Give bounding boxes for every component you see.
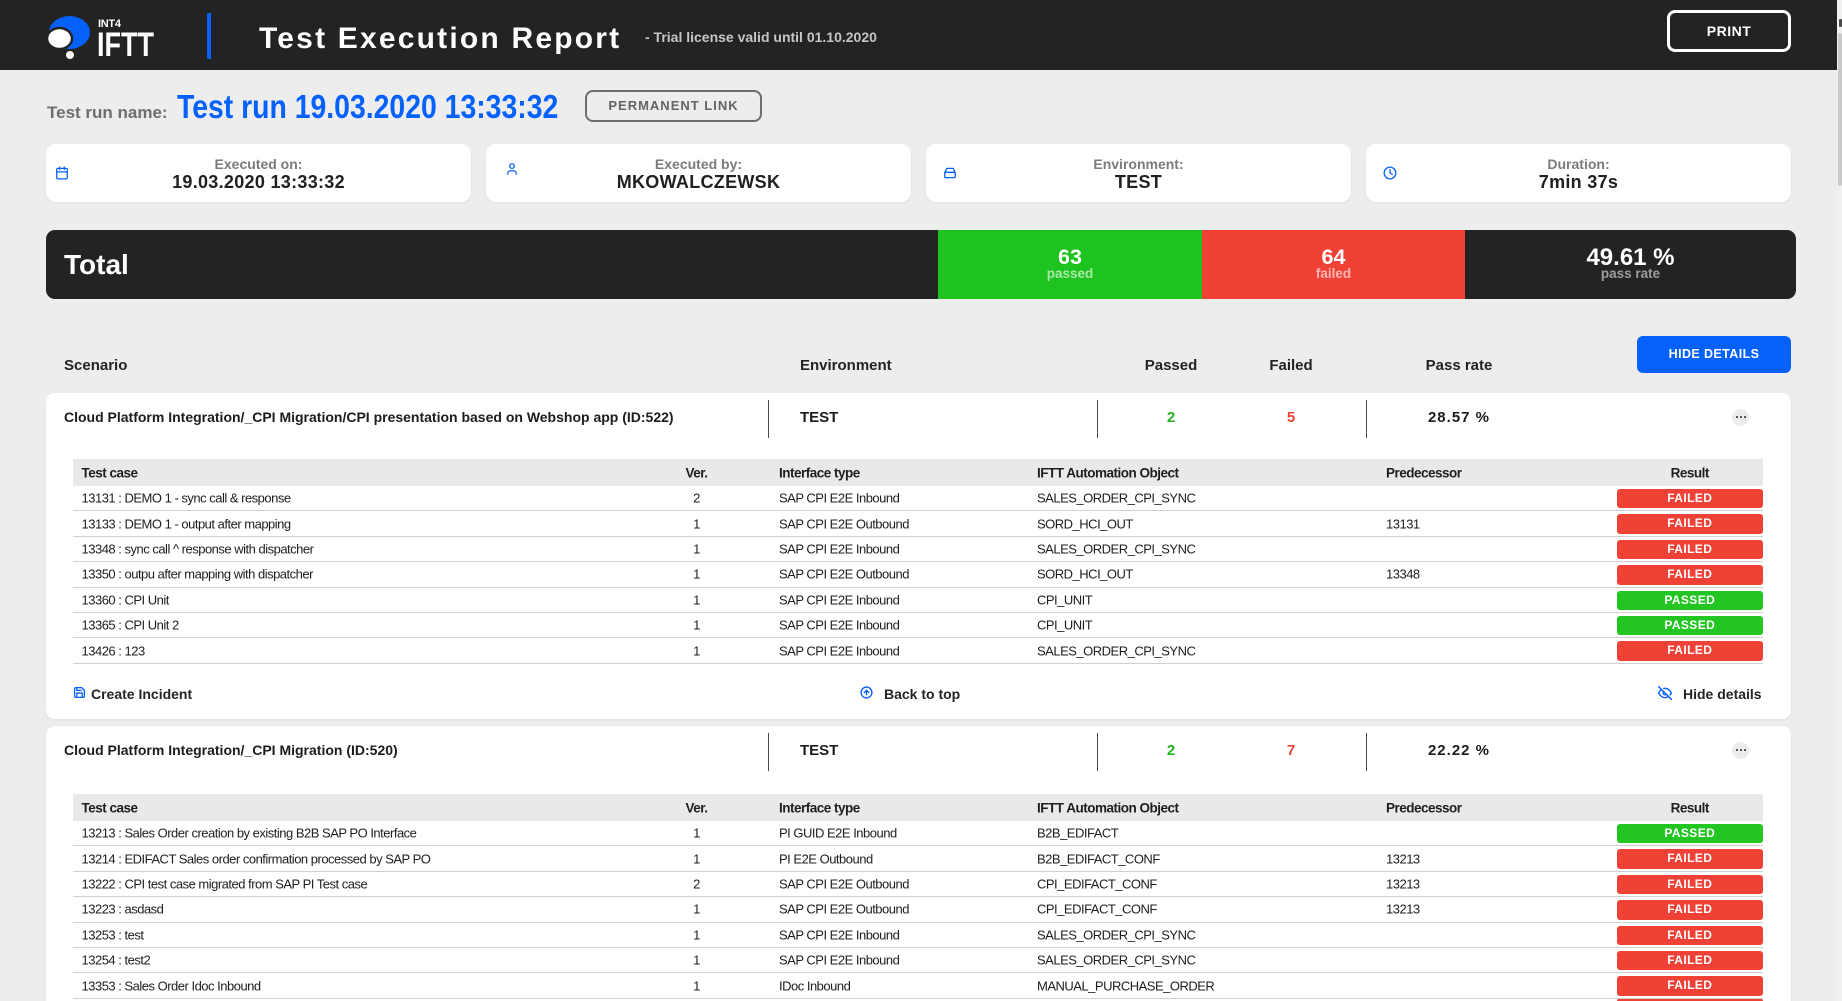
svg-text:IFTT: IFTT	[97, 26, 154, 64]
